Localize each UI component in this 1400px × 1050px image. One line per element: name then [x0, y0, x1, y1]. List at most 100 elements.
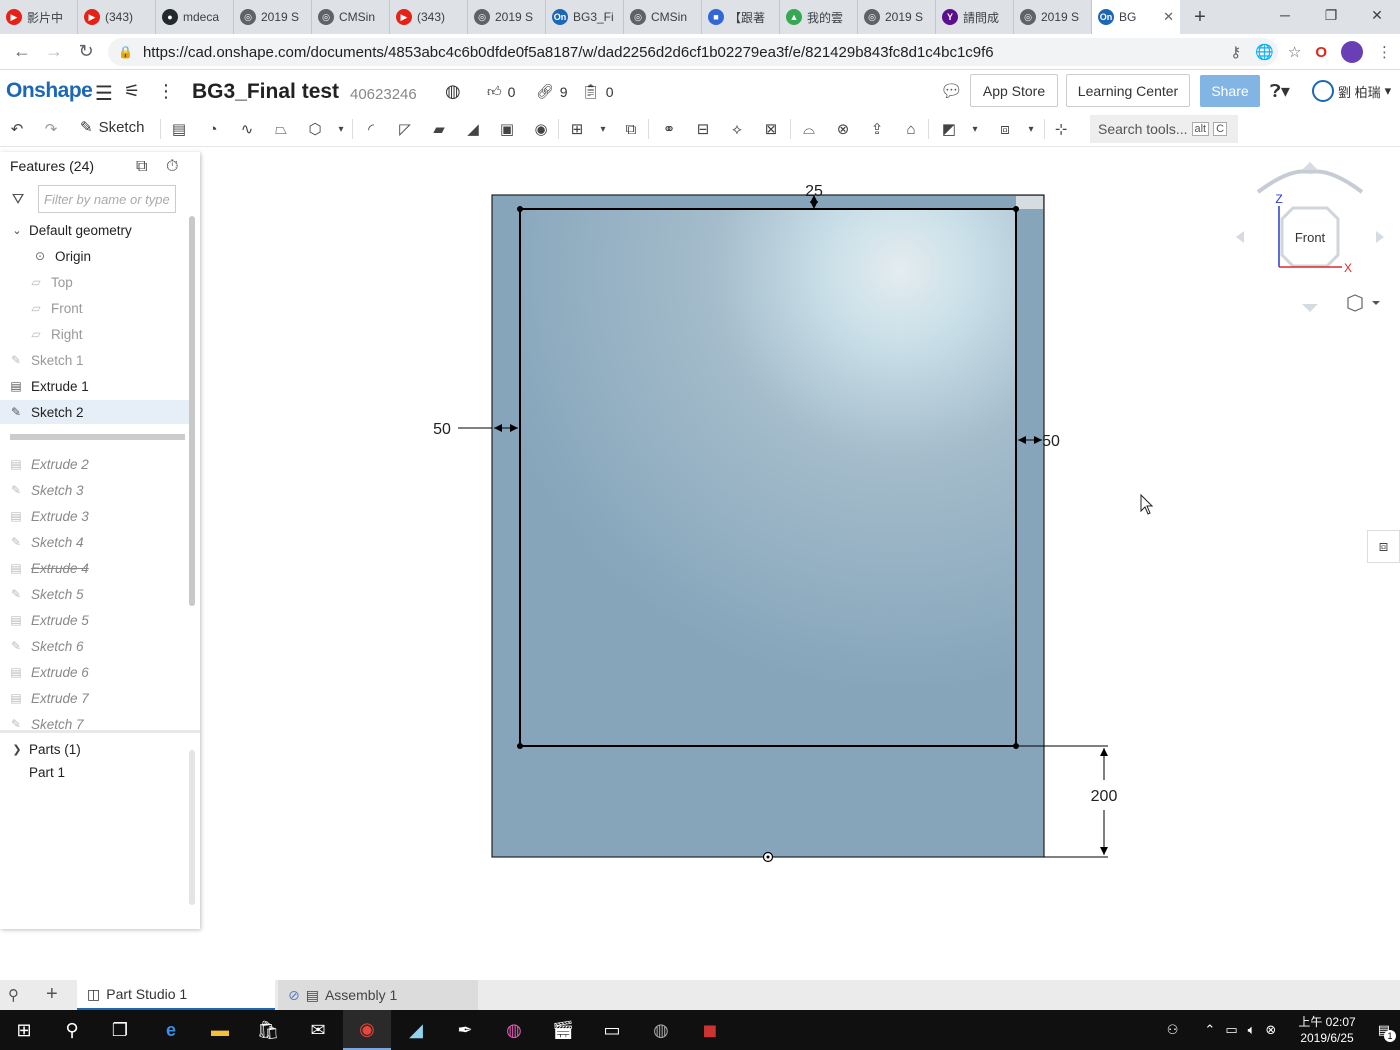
windows-start-icon[interactable]: ⊞ — [0, 1010, 48, 1050]
delete-part-icon[interactable]: ⊠ — [760, 119, 782, 139]
edge-icon[interactable]: e — [147, 1010, 195, 1050]
onshape-logo[interactable]: Onshape — [6, 79, 93, 103]
feature-list-scrollbar[interactable] — [189, 216, 195, 606]
minimize-icon[interactable]: ─ — [1262, 0, 1308, 30]
bookmark-star-icon[interactable]: ☆ — [1288, 43, 1301, 61]
forward-icon[interactable]: → — [38, 36, 70, 68]
translate-icon[interactable]: 🌐 — [1255, 43, 1274, 61]
rolled-back-feature-item[interactable]: ✎ Sketch 5 — [0, 582, 189, 606]
profile-avatar[interactable] — [1341, 41, 1363, 63]
view-right-arrow-icon[interactable] — [1376, 231, 1384, 243]
notification-center-icon[interactable]: ▤ 1 — [1378, 1022, 1396, 1042]
browser-tab[interactable]: ◎ CMSin — [624, 0, 702, 34]
menu-dots-icon[interactable]: ⋮ — [1377, 43, 1392, 61]
feature-item[interactable]: ✎ Sketch 1 — [0, 348, 189, 372]
browser-tab[interactable]: ▶ (343) — [78, 0, 156, 34]
default-geometry-header[interactable]: ⌄ Default geometry — [0, 218, 189, 242]
rib-icon[interactable]: ◢ — [462, 119, 484, 139]
filter-icon[interactable]: ⛛ — [8, 191, 28, 208]
chrome-icon[interactable]: ◉ — [343, 1010, 391, 1050]
globe-icon[interactable]: ◍ — [445, 81, 461, 102]
part-item[interactable]: Part 1 — [0, 760, 189, 784]
rolled-back-feature-item[interactable]: ✎ Sketch 3 — [0, 478, 189, 502]
inkscape-icon[interactable]: ✒ — [441, 1010, 489, 1050]
show-hidden-icon[interactable]: ⌃ — [1204, 1022, 1215, 1038]
browser-tab-active[interactable]: On BG ✕ — [1092, 0, 1180, 34]
plane-item[interactable]: ▱ Front — [0, 296, 189, 320]
comment-icon[interactable]: 💬︎ — [940, 81, 963, 102]
url-field[interactable]: 🔒 https://cad.onshape.com/documents/4853… — [108, 38, 1278, 66]
back-icon[interactable]: ← — [6, 36, 38, 68]
modify-fillet-icon[interactable]: ⌓ — [798, 119, 820, 139]
learning-center-button[interactable]: Learning Center — [1066, 74, 1190, 107]
browser-tab[interactable]: ◎ 2019 S — [468, 0, 546, 34]
hamburger-menu-icon[interactable]: ☰ — [95, 81, 113, 106]
store-icon[interactable]: 🛍︎ — [244, 1010, 292, 1050]
filter-input[interactable] — [38, 185, 176, 213]
browser-tab[interactable]: Y 請問成 — [936, 0, 1014, 34]
game-app-icon[interactable]: ◼ — [686, 1010, 734, 1050]
extrude-icon[interactable]: ▤ — [168, 119, 190, 139]
thicken-icon[interactable]: ⬡ — [304, 119, 326, 139]
chevron-down-icon[interactable]: ▾ — [592, 119, 614, 139]
undo-icon[interactable]: ↶ — [6, 119, 28, 139]
video-editor-icon[interactable]: 🎬︎ — [539, 1010, 587, 1050]
rolled-back-feature-item[interactable]: ▤ Extrude 2 — [0, 452, 189, 476]
add-folder-icon[interactable]: ⧉ — [136, 158, 147, 176]
split-icon[interactable]: ⊟ — [692, 119, 714, 139]
chevron-down-icon[interactable]: ▾ — [964, 119, 986, 139]
plane-item[interactable]: ▱ Top — [0, 270, 189, 294]
people-icon[interactable]: ⚇ — [1167, 1022, 1179, 1038]
rolled-back-feature-item[interactable]: ▤ Extrude 7 — [0, 686, 189, 710]
parts-scrollbar[interactable] — [189, 750, 195, 905]
parts-divider[interactable] — [0, 730, 200, 733]
volume-icon[interactable]: 🔈︎ — [1248, 1022, 1256, 1038]
browser-tab[interactable]: ▲ 我的雲 — [780, 0, 858, 34]
view-cube-menu-icon[interactable] — [1347, 294, 1380, 312]
move-face-icon[interactable]: ⇪ — [866, 119, 888, 139]
sketch-point[interactable] — [517, 206, 523, 212]
sketch-point[interactable] — [1013, 206, 1019, 212]
view-down-arrow-icon[interactable] — [1302, 304, 1318, 312]
plane-item[interactable]: ▱ Right — [0, 322, 189, 346]
restore-icon[interactable]: ❐ — [1308, 0, 1354, 30]
sketch-region[interactable] — [519, 208, 1017, 747]
replace-face-icon[interactable]: ⌂ — [900, 119, 922, 139]
app-store-button[interactable]: App Store — [970, 74, 1058, 107]
system-clock[interactable]: 上午 02:07 2019/6/25 — [1298, 1014, 1355, 1046]
status-icon[interactable]: ⊗ — [1265, 1022, 1276, 1038]
help-icon[interactable]: ❓︎▾ — [1270, 81, 1290, 102]
origin-item[interactable]: ⊙ Origin — [0, 244, 189, 268]
versions-count[interactable]: 📋︎ 0 — [582, 83, 614, 100]
feature-item[interactable]: ▤ Extrude 1 — [0, 374, 189, 398]
timer-icon[interactable]: ⏱︎ — [166, 158, 178, 176]
file-explorer-icon[interactable]: ▬ — [196, 1010, 244, 1050]
add-custom-feature-icon[interactable]: ⊹ — [1050, 119, 1072, 139]
key-icon[interactable]: ⚷ — [1230, 43, 1241, 61]
reload-icon[interactable]: ↻ — [70, 36, 102, 68]
fillet-icon[interactable]: ◜ — [360, 119, 382, 139]
close-window-icon[interactable]: ✕ — [1354, 0, 1400, 30]
share-button[interactable]: Share — [1200, 75, 1260, 107]
user-menu[interactable]: 劉 柏瑞 ▾ — [1312, 80, 1391, 102]
search-icon[interactable]: ⚲ — [48, 1010, 96, 1050]
linear-pattern-icon[interactable]: ⊞ — [566, 119, 588, 139]
view-up-arrow-icon[interactable] — [1302, 162, 1318, 170]
rolled-back-feature-item[interactable]: ▤ Extrude 4 — [0, 556, 189, 580]
browser-tab[interactable]: ◎ CMSin — [312, 0, 390, 34]
shell-icon[interactable]: ▣ — [496, 119, 518, 139]
browser-tab[interactable]: ▶ (343) — [390, 0, 468, 34]
insert-icon[interactable]: ⋮ — [157, 81, 175, 102]
sweep-icon[interactable]: ∿ — [236, 119, 258, 139]
links-count[interactable]: 🔗︎ 9 — [536, 83, 568, 100]
view-left-arrow-icon[interactable] — [1236, 231, 1244, 243]
graphics-viewport[interactable]: 25 50 50 200 Front Z X — [200, 147, 1400, 980]
paint-app-icon[interactable]: ◍ — [490, 1010, 538, 1050]
chevron-down-icon[interactable]: ▾ — [330, 119, 352, 139]
boolean-icon[interactable]: ⚭ — [658, 119, 680, 139]
tab-assembly[interactable]: ⊘ ▤ Assembly 1 — [278, 980, 478, 1010]
rollback-bar[interactable] — [10, 434, 185, 440]
document-title[interactable]: BG3_Final test — [192, 80, 339, 104]
sketch-point[interactable] — [517, 743, 523, 749]
chevron-down-icon[interactable]: ▾ — [1020, 119, 1042, 139]
